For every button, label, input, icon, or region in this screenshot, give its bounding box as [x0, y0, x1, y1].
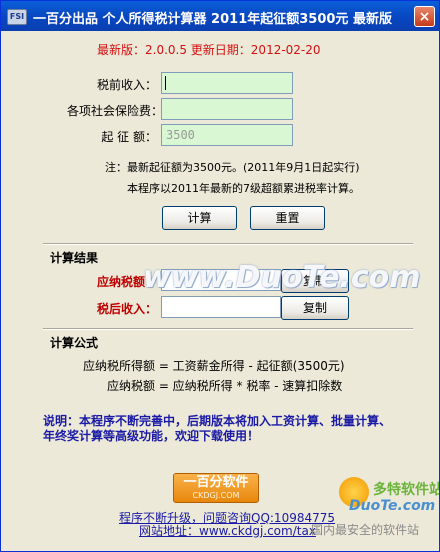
tax-due-output[interactable] — [161, 269, 281, 291]
description-line-1: 说明：本程序不断完善中，后期版本将加入工资计算、批量计算、 — [43, 414, 392, 428]
reset-button[interactable]: 重置 — [250, 206, 325, 230]
description-line-2: 年终奖计算等高级功能，欢迎下载使用！ — [43, 429, 260, 443]
after-tax-output[interactable] — [161, 296, 281, 318]
formula-separator — [43, 328, 413, 330]
window-title: 一百分出品 个人所得税计算器 2011年起征额3500元 最新版 — [33, 12, 392, 27]
duote-badge-icon — [339, 477, 369, 507]
social-insurance-input[interactable] — [161, 98, 293, 120]
brand-logo[interactable]: 一百分软件 CKDGJ.COM — [173, 473, 259, 503]
formula-line-2: 应纳税额 = 应纳税所得 * 税率 - 速算扣除数 — [107, 379, 343, 393]
calculate-button[interactable]: 计算 — [162, 206, 237, 230]
site-domain-watermark: DuoTe.com — [349, 498, 436, 514]
site-name-watermark: 多特软件站 — [373, 482, 440, 498]
tax-due-label: 应纳税额： — [96, 275, 157, 289]
logo-main-text: 一百分软件 — [183, 475, 249, 490]
social-insurance-label: 各项社会保险费： — [67, 104, 164, 118]
results-section-title: 计算结果 — [50, 251, 99, 265]
note-line-1: 注：最新起征额为3500元。(2011年9月1日起实行) — [105, 161, 360, 174]
results-separator — [43, 243, 413, 245]
threshold-label: 起 征 额： — [101, 130, 157, 144]
after-tax-label: 税后收入： — [96, 302, 157, 316]
formula-section-title: 计算公式 — [50, 336, 99, 350]
close-button[interactable]: × — [414, 6, 435, 27]
copy-after-tax-button[interactable]: 复制 — [281, 296, 349, 320]
logo-sub-text: CKDGJ.COM — [192, 491, 240, 500]
copy-tax-button[interactable]: 复制 — [281, 269, 349, 293]
version-info: 最新版：2.0.0.5 更新日期：2012-02-20 — [97, 43, 321, 57]
note-line-2: 本程序以2011年最新的7级超额累进税率计算。 — [127, 182, 360, 195]
pretax-income-label: 税前收入： — [96, 78, 157, 92]
main-window: FSI 一百分出品 个人所得税计算器 2011年起征额3500元 最新版 × 最… — [0, 0, 440, 552]
website-link[interactable]: 网站地址：www.ckdgj.com/tax — [139, 522, 316, 539]
threshold-input: 3500 — [161, 124, 293, 146]
app-icon: FSI — [7, 9, 27, 25]
title-bar[interactable]: FSI 一百分出品 个人所得税计算器 2011年起征额3500元 最新版 × — [1, 1, 439, 31]
text-caret — [165, 76, 166, 90]
pretax-income-input[interactable] — [161, 72, 293, 94]
formula-line-1: 应纳税所得额 = 工资薪金所得 - 起征额(3500元) — [83, 359, 345, 373]
